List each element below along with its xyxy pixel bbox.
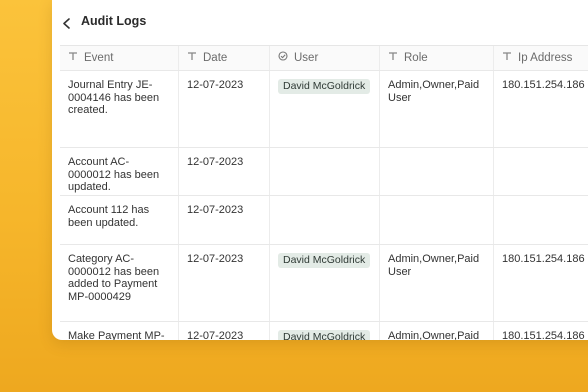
table-row[interactable]: Category AC-0000012 has been added to Pa… [60,245,588,322]
column-header-ip-address[interactable]: Ip Address [494,46,588,70]
user-cell: David McGoldrick [270,71,380,147]
audit-logs-panel: Audit Logs Event Date User Role Ip Addre [52,0,588,340]
text-type-icon [187,51,197,65]
role-cell: Admin,Owner,Paid User [380,245,494,321]
column-label: Role [404,51,428,64]
text-type-icon [502,51,512,65]
date-cell: 12-07-2023 [179,196,270,244]
column-header-date[interactable]: Date [179,46,270,70]
table-row[interactable]: Account 112 has been updated. 12-07-2023 [60,196,588,245]
role-cell: Admin,Owner,Paid User [380,322,494,340]
back-icon[interactable] [62,16,71,29]
ip-address-cell: 180.151.254.186 [502,253,585,265]
date-cell: 12-07-2023 [179,71,270,147]
user-badge: David McGoldrick [278,330,371,340]
table-row[interactable]: Account AC-0000012 has been updated. 12-… [60,148,588,196]
date-cell: 12-07-2023 [179,148,270,195]
ip-address-cell [494,148,588,195]
user-badge: David McGoldrick [278,253,371,268]
column-header-user[interactable]: User [270,46,380,70]
date-cell: 12-07-2023 [179,245,270,321]
role-cell: Admin,Owner,Paid User [380,71,494,147]
ip-address-cell: 180.151.254.186 [502,79,585,91]
page-header: Audit Logs [62,12,146,30]
table-row[interactable]: Journal Entry JE-0004146 has been create… [60,71,588,148]
column-label: Date [203,51,228,64]
user-cell: David McGoldrick [270,245,380,321]
column-header-event[interactable]: Event [60,46,179,70]
user-cell [270,196,380,244]
user-cell: David McGoldrick [270,322,380,340]
user-badge: David McGoldrick [278,79,371,94]
status-circle-icon [278,51,288,65]
event-cell: Make Payment MP-0000429 has been created… [60,322,179,340]
column-label: Event [84,51,114,64]
audit-log-table: Event Date User Role Ip Address Journal … [60,45,588,340]
text-type-icon [68,51,78,65]
table-header-row: Event Date User Role Ip Address [60,46,588,71]
ip-address-cell: 180.151.254.186 [502,330,585,340]
column-header-role[interactable]: Role [380,46,494,70]
event-cell: Journal Entry JE-0004146 has been create… [60,71,179,147]
user-cell [270,148,380,195]
page-title: Audit Logs [81,14,147,28]
table-row[interactable]: Make Payment MP-0000429 has been created… [60,322,588,340]
date-cell: 12-07-2023 [179,322,270,340]
event-cell: Account AC-0000012 has been updated. [60,148,179,195]
column-label: Ip Address [518,51,573,64]
event-cell: Category AC-0000012 has been added to Pa… [60,245,179,321]
text-type-icon [388,51,398,65]
event-cell: Account 112 has been updated. [60,196,179,244]
role-cell [380,148,494,195]
ip-address-cell [494,196,588,244]
role-cell [380,196,494,244]
column-label: User [294,51,319,64]
